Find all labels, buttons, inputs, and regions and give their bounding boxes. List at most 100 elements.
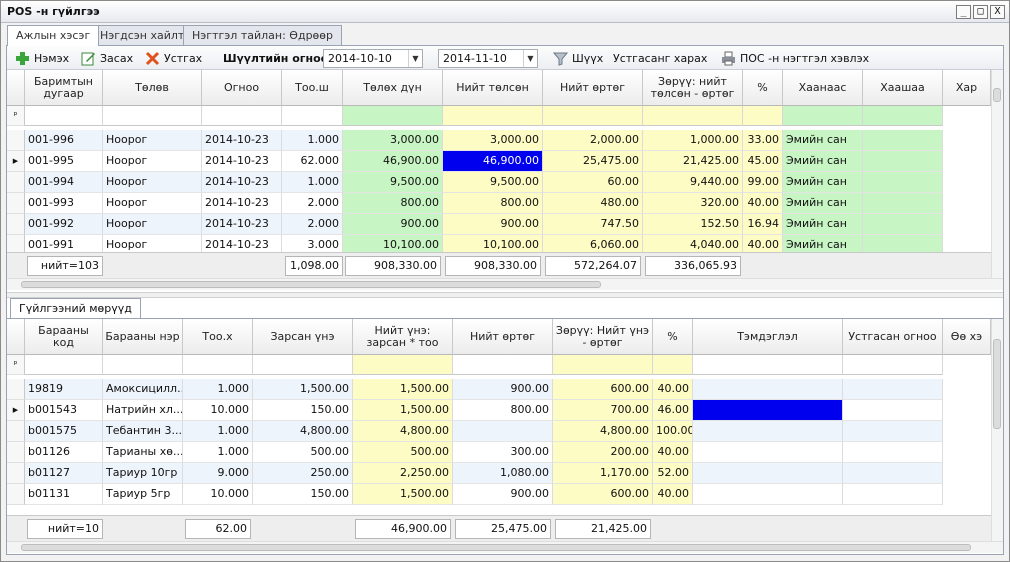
grid-cell[interactable]: [863, 193, 943, 214]
edit-button[interactable]: Засах: [81, 50, 133, 67]
row-indicator[interactable]: [7, 463, 25, 484]
grid-cell[interactable]: Эмийн сан: [783, 130, 863, 151]
filter-cell[interactable]: [353, 355, 453, 375]
column-header[interactable]: Тоо.ш: [282, 70, 343, 106]
scroll-thumb[interactable]: [21, 544, 971, 551]
filter-cell[interactable]: [743, 106, 783, 126]
column-header[interactable]: Өө хэ: [943, 319, 991, 355]
filter-cell[interactable]: [693, 355, 843, 375]
grid-cell[interactable]: 150.00: [253, 400, 353, 421]
grid-cell[interactable]: Эмийн сан: [783, 214, 863, 235]
maximize-button[interactable]: □: [973, 5, 988, 19]
grid-cell[interactable]: 600.00: [553, 484, 653, 505]
grid-cell[interactable]: 480.00: [543, 193, 643, 214]
grid-cell[interactable]: 250.00: [253, 463, 353, 484]
filter-cell[interactable]: [843, 355, 943, 375]
delete-button[interactable]: Устгах: [145, 50, 202, 67]
grid-cell[interactable]: 1,500.00: [353, 379, 453, 400]
grid-cell[interactable]: [863, 172, 943, 193]
grid-cell[interactable]: 99.00: [743, 172, 783, 193]
grid-cell[interactable]: 800.00: [443, 193, 543, 214]
date-from-picker[interactable]: 2014-10-10 ▼: [323, 49, 423, 68]
grid-cell[interactable]: 1.000: [282, 130, 343, 151]
scroll-thumb[interactable]: [993, 88, 1001, 102]
grid-cell[interactable]: 1.000: [282, 172, 343, 193]
grid-cell[interactable]: 3,000.00: [343, 130, 443, 151]
grid-cell[interactable]: [693, 379, 843, 400]
grid-cell[interactable]: 600.00: [553, 379, 653, 400]
grid-cell[interactable]: 10.000: [183, 400, 253, 421]
grid-cell[interactable]: 900.00: [343, 214, 443, 235]
column-header[interactable]: Огноо: [202, 70, 282, 106]
column-header[interactable]: Зөрүү: Нийт үнэ - өртөг: [553, 319, 653, 355]
column-header[interactable]: %: [743, 70, 783, 106]
grid-cell[interactable]: 19819: [25, 379, 103, 400]
column-header[interactable]: Хар: [943, 70, 991, 106]
tab-transaction-lines[interactable]: Гүйлгээний мөрүүд: [10, 298, 141, 318]
chevron-down-icon[interactable]: ▼: [523, 50, 537, 67]
close-button[interactable]: X: [990, 5, 1005, 19]
grid-cell[interactable]: 52.00: [653, 463, 693, 484]
row-indicator[interactable]: [7, 484, 25, 505]
row-indicator[interactable]: ▶: [7, 151, 25, 172]
grid-cell[interactable]: 800.00: [343, 193, 443, 214]
grid-cell[interactable]: 16.94: [743, 214, 783, 235]
grid-cell[interactable]: [863, 130, 943, 151]
vertical-scrollbar[interactable]: [991, 70, 1003, 278]
grid-cell[interactable]: 9.000: [183, 463, 253, 484]
filter-cell[interactable]: [643, 106, 743, 126]
filter-cell[interactable]: [253, 355, 353, 375]
grid-cell[interactable]: 46,900.00: [443, 151, 543, 172]
grid-cell[interactable]: 1,170.00: [553, 463, 653, 484]
column-header[interactable]: Тоо.х: [183, 319, 253, 355]
grid-cell[interactable]: 500.00: [353, 442, 453, 463]
row-indicator[interactable]: [7, 193, 25, 214]
filter-cell[interactable]: [783, 106, 863, 126]
grid-cell[interactable]: [693, 463, 843, 484]
tab-workspace[interactable]: Ажлын хэсэг: [7, 25, 100, 46]
column-header[interactable]: Барааны нэр: [103, 319, 183, 355]
grid-cell[interactable]: 4,800.00: [353, 421, 453, 442]
grid-cell[interactable]: 45.00: [743, 151, 783, 172]
grid-cell[interactable]: 62.000: [282, 151, 343, 172]
grid-cell[interactable]: Натрийн хл...: [103, 400, 183, 421]
column-header[interactable]: Тэмдэглэл: [693, 319, 843, 355]
column-header[interactable]: Баримтын дугаар: [25, 70, 103, 106]
grid-cell[interactable]: 1,500.00: [253, 379, 353, 400]
grid-cell[interactable]: 3,000.00: [443, 130, 543, 151]
column-header[interactable]: Устгасан огноо: [843, 319, 943, 355]
grid-cell[interactable]: 2,000.00: [543, 130, 643, 151]
chevron-down-icon[interactable]: ▼: [408, 50, 422, 67]
grid-cell[interactable]: 2014-10-23: [202, 151, 282, 172]
grid-cell[interactable]: 900.00: [453, 484, 553, 505]
grid-cell[interactable]: 1,000.00: [643, 130, 743, 151]
grid-cell[interactable]: 1,500.00: [353, 400, 453, 421]
filter-cell[interactable]: [202, 106, 282, 126]
grid-cell[interactable]: 150.00: [253, 484, 353, 505]
grid-cell[interactable]: [693, 421, 843, 442]
grid-cell[interactable]: 300.00: [453, 442, 553, 463]
grid-cell[interactable]: 900.00: [443, 214, 543, 235]
filter-cell[interactable]: [553, 355, 653, 375]
grid-cell[interactable]: Ноорог: [103, 214, 202, 235]
add-button[interactable]: Нэмэх: [15, 50, 69, 67]
grid-cell[interactable]: [843, 484, 943, 505]
grid-cell[interactable]: [843, 379, 943, 400]
grid-cell[interactable]: b01127: [25, 463, 103, 484]
grid-cell[interactable]: 2.000: [282, 193, 343, 214]
panel-splitter[interactable]: [7, 292, 1003, 298]
grid-cell[interactable]: 2014-10-23: [202, 214, 282, 235]
grid-cell[interactable]: 001-996: [25, 130, 103, 151]
view-deleted-button[interactable]: Устгасанг харах: [613, 50, 707, 67]
filter-cell[interactable]: [543, 106, 643, 126]
column-header[interactable]: Төлөв: [103, 70, 202, 106]
grid-cell[interactable]: 60.00: [543, 172, 643, 193]
grid-cell[interactable]: 2014-10-23: [202, 193, 282, 214]
grid-cell[interactable]: 1.000: [183, 442, 253, 463]
grid-cell[interactable]: [863, 151, 943, 172]
filter-cell[interactable]: [103, 355, 183, 375]
pos-print-button[interactable]: ПОС -н нэгтгэл хэвлэх: [721, 50, 869, 67]
filter-button[interactable]: Шүүх: [552, 50, 603, 67]
column-header[interactable]: Зөрүү: нийт төлсөн - өртөг: [643, 70, 743, 106]
column-header[interactable]: Зарсан үнэ: [253, 319, 353, 355]
